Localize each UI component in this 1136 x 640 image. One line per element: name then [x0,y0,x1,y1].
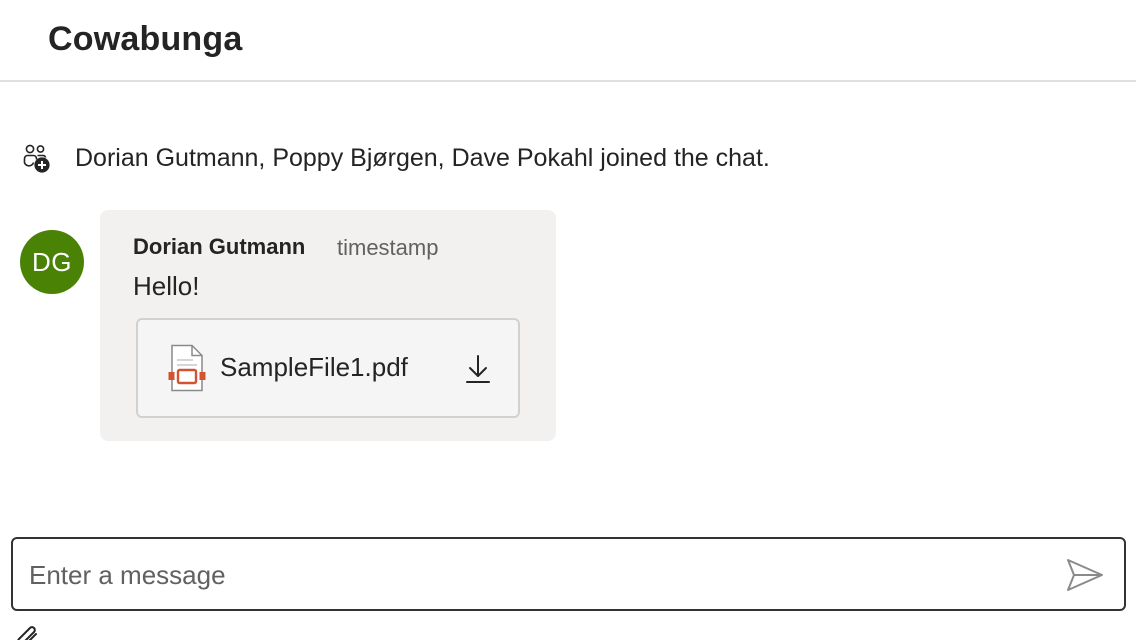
system-message: Dorian Gutmann, Poppy Bjørgen, Dave Poka… [22,140,770,176]
message-bubble: Dorian Gutmann timestamp Hello! SampleFi… [100,210,556,441]
send-icon[interactable] [1065,557,1105,593]
people-add-icon [23,144,50,173]
file-name: SampleFile1.pdf [220,352,408,382]
download-icon[interactable] [464,354,492,384]
message-input[interactable] [29,555,1029,595]
pdf-file-icon [168,344,206,392]
paperclip-icon [17,626,37,640]
message-text: Hello! [133,271,200,301]
attach-button[interactable] [14,624,42,640]
message-composer [11,537,1126,611]
chat-header: Cowabunga [0,0,1136,82]
system-message-text: Dorian Gutmann, Poppy Bjørgen, Dave Poka… [75,143,770,172]
avatar[interactable]: DG [20,230,84,294]
message-timestamp: timestamp [337,235,439,260]
chat-app: Cowabunga Dorian Gutmann, Poppy Bjørgen,… [0,0,1136,640]
chat-title: Cowabunga [48,20,243,58]
file-attachment-card[interactable]: SampleFile1.pdf [136,318,520,418]
avatar-initials: DG [32,246,72,277]
sender-name: Dorian Gutmann [133,234,306,259]
